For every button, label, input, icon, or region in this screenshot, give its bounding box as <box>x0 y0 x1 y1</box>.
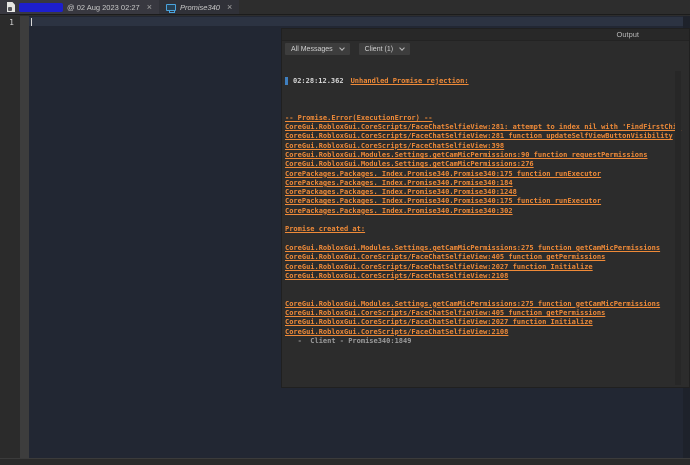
log-entry-header[interactable]: 02:28:12.362 Unhandled Promise rejection… <box>285 77 682 86</box>
log-line[interactable]: CoreGui.RobloxGui.Modules.Settings.getCa… <box>285 151 682 160</box>
log-line <box>285 281 682 290</box>
log-line: - Client - Promise340:1849 <box>285 337 682 346</box>
tab-bar: @ 02 Aug 2023 02:27 × Promise340 × <box>0 0 690 15</box>
redacted-script-name <box>19 3 63 12</box>
log-line <box>285 104 682 113</box>
log-line[interactable]: CoreGui.RobloxGui.Modules.Settings.getCa… <box>285 160 682 169</box>
line-number-gutter: 1 <box>0 16 20 458</box>
log-line[interactable]: CoreGui.RobloxGui.Modules.Settings.getCa… <box>285 300 682 309</box>
log-line[interactable]: CorePackages.Packages._Index.Promise340.… <box>285 179 682 188</box>
context-filter-dropdown[interactable]: Client (1) <box>359 43 410 55</box>
log-line <box>285 216 682 225</box>
message-filter-dropdown[interactable]: All Messages <box>285 43 350 55</box>
tab-recovered-script[interactable]: @ 02 Aug 2023 02:27 × <box>0 0 159 14</box>
log-lines: -- Promise.Error(ExecutionError) --CoreG… <box>285 104 682 346</box>
tab-label: @ 02 Aug 2023 02:27 <box>67 3 140 12</box>
chevron-down-icon <box>399 45 405 51</box>
timestamp: 02:28:12.362 <box>293 77 344 86</box>
log-line <box>285 235 682 244</box>
output-panel: Output All Messages Client (1) 02:28:12.… <box>281 28 690 388</box>
close-icon[interactable]: × <box>147 3 152 12</box>
log-line[interactable]: CorePackages.Packages._Index.Promise340.… <box>285 197 682 206</box>
status-bar <box>0 458 690 465</box>
fold-margin <box>20 16 29 458</box>
client-monitor-icon <box>166 4 176 11</box>
tab-label: Promise340 <box>180 3 220 12</box>
tab-promise340[interactable]: Promise340 × <box>159 0 239 14</box>
close-icon[interactable]: × <box>227 3 232 12</box>
studio-window: @ 02 Aug 2023 02:27 × Promise340 × 1 Out… <box>0 0 690 465</box>
log-line[interactable]: CorePackages.Packages._Index.Promise340.… <box>285 188 682 197</box>
log-line[interactable]: CoreGui.RobloxGui.CoreScripts/FaceChatSe… <box>285 318 682 327</box>
text-caret <box>31 18 32 26</box>
current-line-highlight <box>29 17 690 26</box>
dropdown-label: Client (1) <box>365 46 393 53</box>
log-line[interactable]: CoreGui.RobloxGui.CoreScripts/FaceChatSe… <box>285 132 682 141</box>
log-line <box>285 290 682 299</box>
log-line[interactable]: CoreGui.RobloxGui.CoreScripts/FaceChatSe… <box>285 272 682 281</box>
log-line[interactable]: CoreGui.RobloxGui.CoreScripts/FaceChatSe… <box>285 253 682 262</box>
error-summary-link[interactable]: Unhandled Promise rejection: <box>351 77 469 86</box>
output-log: 02:28:12.362 Unhandled Promise rejection… <box>285 58 682 386</box>
log-line[interactable]: CoreGui.RobloxGui.CoreScripts/FaceChatSe… <box>285 123 682 132</box>
log-line[interactable]: CoreGui.RobloxGui.CoreScripts/FaceChatSe… <box>285 309 682 318</box>
log-line[interactable]: CoreGui.RobloxGui.CoreScripts/FaceChatSe… <box>285 142 682 151</box>
log-line[interactable]: -- Promise.Error(ExecutionError) -- <box>285 114 682 123</box>
log-line[interactable]: CoreGui.RobloxGui.CoreScripts/FaceChatSe… <box>285 263 682 272</box>
log-line[interactable]: CoreGui.RobloxGui.CoreScripts/FaceChatSe… <box>285 328 682 337</box>
output-scrollbar[interactable] <box>675 71 681 385</box>
log-line[interactable]: CorePackages.Packages._Index.Promise340.… <box>285 207 682 216</box>
line-number: 1 <box>9 18 14 27</box>
log-line[interactable]: Promise created at: <box>285 225 682 234</box>
log-line[interactable]: CoreGui.RobloxGui.Modules.Settings.getCa… <box>285 244 682 253</box>
selection-bar <box>285 77 288 85</box>
chevron-down-icon <box>339 45 345 51</box>
output-panel-title: Output <box>282 29 689 41</box>
script-document-icon <box>7 2 15 12</box>
log-line[interactable]: CorePackages.Packages._Index.Promise340.… <box>285 170 682 179</box>
dropdown-label: All Messages <box>291 46 333 53</box>
output-toolbar: All Messages Client (1) <box>282 41 689 57</box>
